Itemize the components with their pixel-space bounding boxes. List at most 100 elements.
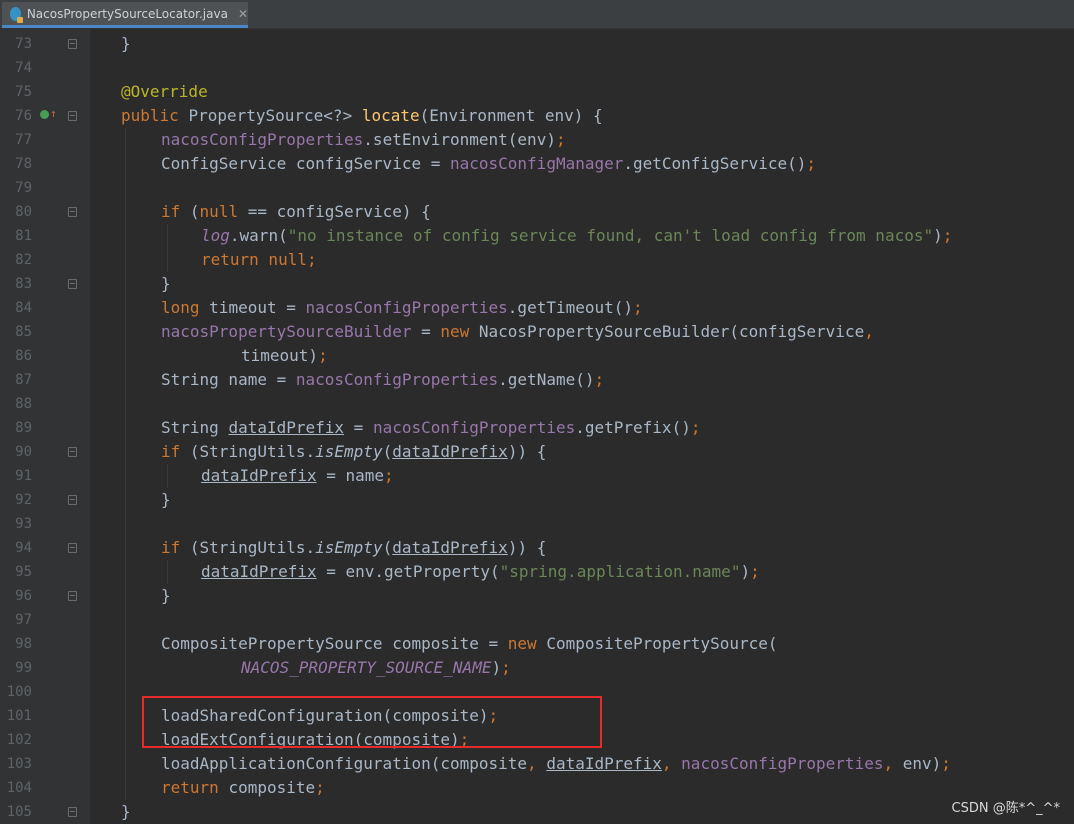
code-line-76[interactable]: 76 ↑ public PropertySource<?> locate(Envir… [0,104,1074,128]
code-line-91[interactable]: 91 dataIdPrefix = name; [0,464,1074,488]
override-marker-icon[interactable] [40,110,49,119]
code-text: timeout); [241,344,328,368]
code-line-80[interactable]: 80 if (null == configService) { [0,200,1074,224]
java-class-icon [10,6,23,23]
line-number: 103 [6,756,32,772]
code-text: if (null == configService) { [161,200,431,224]
code-text: String dataIdPrefix = nacosConfigPropert… [161,416,700,440]
code-text: dataIdPrefix = name; [201,464,394,488]
code-line-78[interactable]: 78 ConfigService configService = nacosCon… [0,152,1074,176]
code-text: nacosConfigProperties.setEnvironment(env… [161,128,566,152]
code-text: @Override [121,80,208,104]
line-number: 74 [15,60,32,76]
code-token: CompositePropertySource( [546,634,778,653]
line-number: 78 [15,156,32,172]
fold-toggle-icon[interactable] [68,591,77,601]
code-line-94[interactable]: 94 if (StringUtils.isEmpty(dataIdPrefix))… [0,536,1074,560]
code-line-88[interactable]: 88 [0,392,1074,416]
code-text: } [161,272,171,296]
code-token: = name [316,466,385,485]
code-token: = [344,418,373,437]
code-token: ( [189,202,200,221]
code-line-104[interactable]: 104 return composite; [0,776,1074,800]
fold-toggle-icon[interactable] [68,111,77,121]
code-text: if (StringUtils.isEmpty(dataIdPrefix)) { [161,536,546,560]
code-token: = [411,322,441,341]
code-token: (StringUtils. [189,442,316,461]
code-line-93[interactable]: 93 [0,512,1074,536]
code-token: dataIdPrefix [546,754,662,773]
indent-guide [167,560,168,584]
code-line-97[interactable]: 97 [0,608,1074,632]
code-line-75[interactable]: 75 @Override [0,80,1074,104]
code-token: nacosConfigProperties [295,370,499,389]
fold-toggle-icon[interactable] [68,207,77,217]
file-tab[interactable]: NacosPropertySourceLocator.java ✕ [2,2,248,28]
code-line-98[interactable]: 98 CompositePropertySource composite = ne… [0,632,1074,656]
implements-arrow-icon[interactable]: ↑ [50,106,57,122]
code-token: new [507,634,547,653]
code-line-85[interactable]: 85 nacosPropertySourceBuilder = new Nacos… [0,320,1074,344]
code-token: ; [318,346,328,365]
code-line-95[interactable]: 95 dataIdPrefix = env.getProperty("spring… [0,560,1074,584]
code-token: , [864,322,874,341]
code-token: "no instance of config service found, ca… [287,226,934,245]
code-token: ( [382,442,393,461]
code-line-90[interactable]: 90 if (StringUtils.isEmpty(dataIdPrefix))… [0,440,1074,464]
line-number: 85 [15,324,32,340]
code-text: if (StringUtils.isEmpty(dataIdPrefix)) { [161,440,546,464]
code-line-77[interactable]: 77 nacosConfigProperties.setEnvironment(e… [0,128,1074,152]
code-line-103[interactable]: 103 loadApplicationConfiguration(composit… [0,752,1074,776]
code-line-82[interactable]: 82 return null; [0,248,1074,272]
code-token: long [161,298,210,317]
line-number: 105 [6,804,32,820]
code-token: env) [902,754,942,773]
close-tab-icon[interactable]: ✕ [238,7,248,21]
code-line-92[interactable]: 92} [0,488,1074,512]
code-token: ; [750,562,760,581]
code-token: ; [594,370,605,389]
line-number: 83 [15,276,32,292]
fold-toggle-icon[interactable] [68,807,77,817]
code-line-81[interactable]: 81 log.warn("no instance of config servic… [0,224,1074,248]
code-token: , [661,754,682,773]
code-token: } [161,586,171,605]
code-text: return composite; [161,776,325,800]
code-token: } [161,274,171,293]
code-token: nacosConfigManager [449,154,624,173]
fold-toggle-icon[interactable] [68,495,77,505]
code-token: ) [491,658,502,677]
code-token: @Override [121,82,208,101]
code-token: dataIdPrefix [201,562,317,581]
code-line-99[interactable]: 99 NACOS_PROPERTY_SOURCE_NAME); [0,656,1074,680]
code-token: , [883,754,903,773]
code-token: } [121,802,131,821]
code-line-87[interactable]: 87 String name = nacosConfigProperties.ge… [0,368,1074,392]
code-line-105[interactable]: 105} [0,800,1074,824]
code-token: CompositePropertySource composite = [161,634,508,653]
code-line-79[interactable]: 79 [0,176,1074,200]
code-token: isEmpty [315,538,383,557]
fold-toggle-icon[interactable] [68,279,77,289]
line-number: 73 [15,36,32,52]
fold-toggle-icon[interactable] [68,39,77,49]
code-line-96[interactable]: 96} [0,584,1074,608]
code-token: null [199,202,248,221]
code-token: locate [361,106,420,125]
line-number: 82 [15,252,32,268]
code-line-73[interactable]: 73} [0,32,1074,56]
line-number: 77 [15,132,32,148]
code-line-86[interactable]: 86 timeout); [0,344,1074,368]
fold-toggle-icon[interactable] [68,447,77,457]
fold-toggle-icon[interactable] [68,543,77,553]
code-line-89[interactable]: 89 String dataIdPrefix = nacosConfigPrope… [0,416,1074,440]
line-number: 84 [15,300,32,316]
code-line-74[interactable]: 74 [0,56,1074,80]
code-text: log.warn("no instance of config service … [201,224,952,248]
code-token: PropertySource<?> [188,106,362,125]
indent-guide [167,464,168,488]
code-line-83[interactable]: 83} [0,272,1074,296]
code-token: } [161,490,171,509]
code-token: isEmpty [315,442,383,461]
code-line-84[interactable]: 84 long timeout = nacosConfigProperties.g… [0,296,1074,320]
